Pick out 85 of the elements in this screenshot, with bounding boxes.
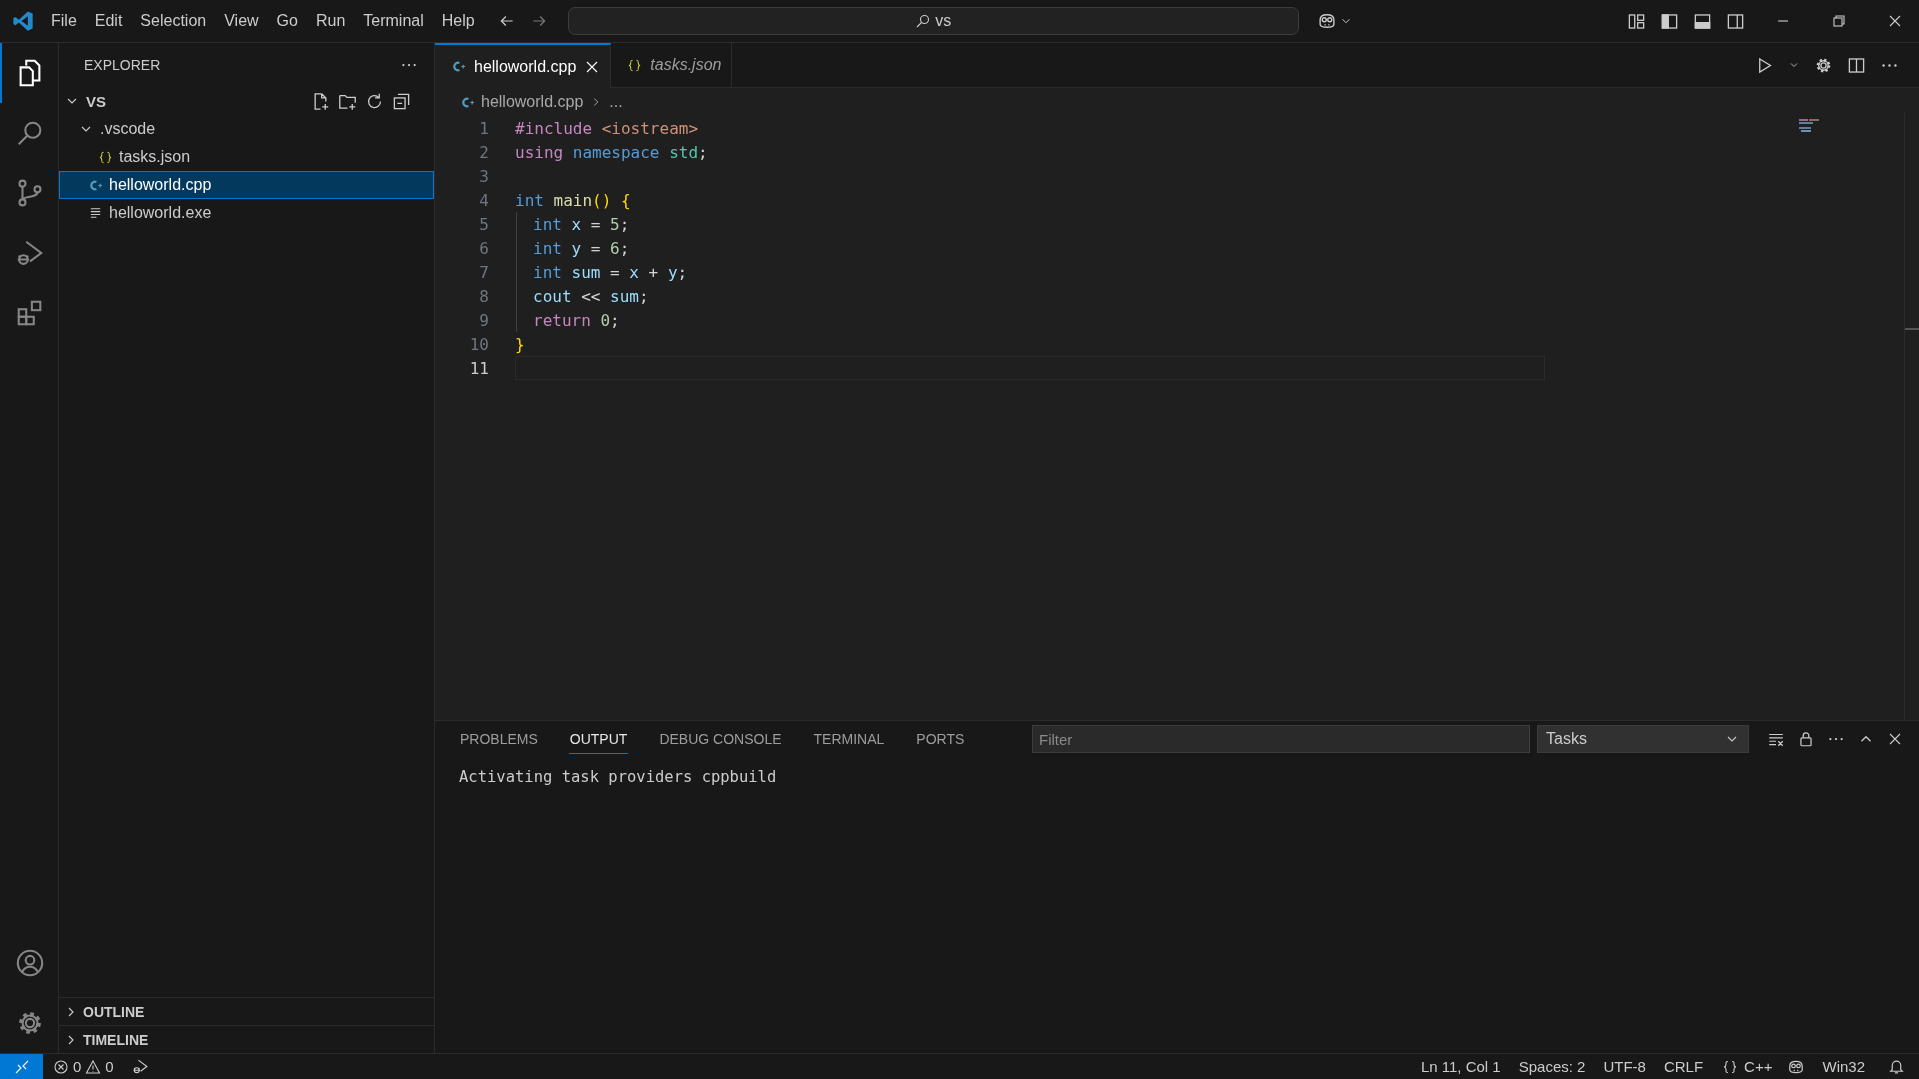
cpp-file-icon	[451, 59, 466, 74]
warning-icon[interactable]	[85, 1058, 102, 1075]
panel-tab[interactable]: PORTS	[915, 724, 966, 754]
line-number: 6	[478, 238, 490, 258]
explorer-file[interactable]: helloworld.exe	[59, 199, 434, 227]
braces-icon	[627, 57, 643, 73]
code-line: }	[515, 334, 525, 354]
app-logo-icon	[12, 10, 34, 32]
line-number: 7	[478, 262, 490, 282]
code-line: cout << sum;	[533, 286, 649, 306]
menu-item[interactable]: Selection	[131, 8, 216, 34]
robot-icon[interactable]	[1316, 11, 1337, 31]
account-icon[interactable]	[15, 948, 45, 978]
search-icon	[915, 13, 932, 29]
menu-item[interactable]: Help	[432, 8, 484, 34]
sidebar-title: EXPLORER	[84, 57, 161, 73]
run-debug-icon[interactable]	[15, 238, 45, 268]
line-number: 5	[478, 214, 490, 234]
language-mode[interactable]: C++	[1738, 1058, 1782, 1075]
channel-dropdown[interactable]: Tasks	[1537, 725, 1749, 753]
braces-icon	[98, 149, 113, 165]
code-line: int main() {	[515, 190, 631, 210]
menu-item[interactable]: Run	[306, 8, 355, 34]
secondary-sidebar-icon[interactable]	[1726, 11, 1745, 31]
menu-item[interactable]: Terminal	[354, 8, 433, 34]
error-icon[interactable]	[53, 1058, 69, 1075]
refresh-icon[interactable]	[365, 91, 384, 111]
breadcrumb-item[interactable]: ...	[609, 93, 623, 111]
line-number: 2	[478, 142, 490, 162]
panel-tab[interactable]: DEBUG CONSOLE	[658, 724, 783, 754]
panel-toggle-icon[interactable]	[1693, 11, 1712, 31]
menu-item[interactable]: View	[215, 8, 268, 34]
code-line: int y = 6;	[533, 238, 630, 258]
status-item[interactable]: Win32	[1813, 1058, 1874, 1075]
line-number: 4	[478, 190, 490, 210]
split-editor-icon[interactable]	[1847, 55, 1866, 75]
minimap-drawing	[1799, 119, 1819, 133]
command-center-text: vs	[935, 12, 952, 30]
line-number: 9	[478, 310, 490, 330]
status-item[interactable]: UTF-8	[1594, 1058, 1655, 1075]
explorer-file[interactable]: helloworld.cpp	[59, 171, 434, 199]
line-number: 3	[478, 166, 490, 186]
output-line: Activating task providers cppbuild	[459, 768, 777, 786]
warning-count[interactable]: 0	[105, 1058, 114, 1075]
code-line: using namespace std;	[515, 142, 708, 162]
lock-icon[interactable]	[1797, 730, 1815, 748]
explorer-file[interactable]: tasks.json	[59, 143, 434, 171]
line-number: 10	[468, 334, 490, 354]
status-item[interactable]: CRLF	[1654, 1058, 1713, 1075]
file-lines-icon	[88, 205, 103, 221]
close-icon[interactable]	[1887, 731, 1903, 747]
folder-item[interactable]: .vscode	[100, 120, 156, 138]
code-line: int x = 5;	[533, 214, 630, 234]
line-number: 8	[478, 286, 490, 306]
section-header[interactable]: OUTLINE	[83, 1003, 145, 1020]
editor-tab[interactable]: helloworld.cpp	[435, 43, 612, 88]
status-item[interactable]: Spaces: 2	[1509, 1058, 1595, 1075]
line-number: 1	[478, 118, 490, 138]
panel-tab[interactable]: OUTPUT	[568, 724, 629, 754]
menu-item[interactable]: Go	[267, 8, 307, 34]
panel-tab[interactable]: PROBLEMS	[459, 724, 539, 754]
collapse-all-icon[interactable]	[392, 91, 411, 111]
sidebar-toggle-icon[interactable]	[1660, 11, 1679, 31]
menu-item[interactable]: Edit	[85, 8, 132, 34]
editor-tab[interactable]: tasks.json	[611, 43, 733, 87]
restore-icon[interactable]	[1831, 13, 1847, 29]
remote-icon	[13, 1058, 30, 1075]
bell-icon[interactable]	[1888, 1058, 1905, 1075]
status-item[interactable]: Ln 11, Col 1	[1411, 1058, 1510, 1075]
code-line: int sum = x + y;	[533, 262, 688, 282]
run-debug-icon[interactable]	[131, 1058, 149, 1075]
command-center[interactable]: vs	[567, 7, 1299, 35]
panel-tab[interactable]: TERMINAL	[812, 724, 886, 754]
layout-icon[interactable]	[1627, 11, 1646, 31]
menu-item[interactable]: File	[42, 8, 86, 34]
folder-item[interactable]: VS	[86, 92, 106, 110]
braces-icon[interactable]	[1722, 1058, 1739, 1075]
close-icon[interactable]	[1887, 13, 1903, 29]
code-line: #include <iostream>	[515, 118, 699, 138]
line-number: 11	[468, 358, 490, 378]
code-line: return 0;	[533, 310, 620, 330]
section-header[interactable]: TIMELINE	[83, 1031, 149, 1048]
filter-field[interactable]: Filter	[1032, 725, 1530, 753]
breadcrumb-item[interactable]: helloworld.cpp	[481, 93, 584, 111]
error-count[interactable]: 0	[73, 1058, 82, 1075]
